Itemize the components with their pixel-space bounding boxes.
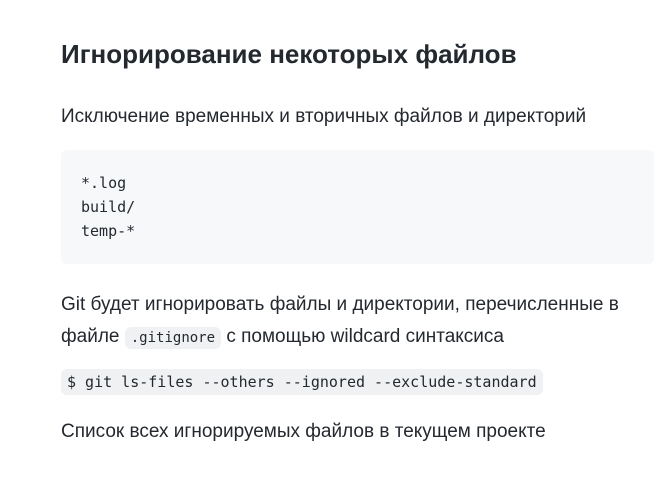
gitignore-paragraph: Git будет игнорировать файлы и директори… <box>61 289 661 354</box>
section-heading: Игнорирование некоторых файлов <box>61 39 517 69</box>
paragraph-text-after: с помощью wildcard синтаксиса <box>221 326 504 347</box>
inline-code-gitignore: .gitignore <box>124 327 222 349</box>
code-line: temp-* <box>81 222 136 240</box>
code-block: *.log build/ temp-* <box>61 150 654 264</box>
command-snippet: $ git ls-files --others --ignored --excl… <box>61 369 543 395</box>
code-line: *.log <box>81 174 127 192</box>
intro-text: Исключение временных и вторичных файлов … <box>61 106 587 127</box>
code-line: build/ <box>81 198 136 216</box>
command-description: Список всех игнорируемых файлов в текуще… <box>61 421 546 442</box>
